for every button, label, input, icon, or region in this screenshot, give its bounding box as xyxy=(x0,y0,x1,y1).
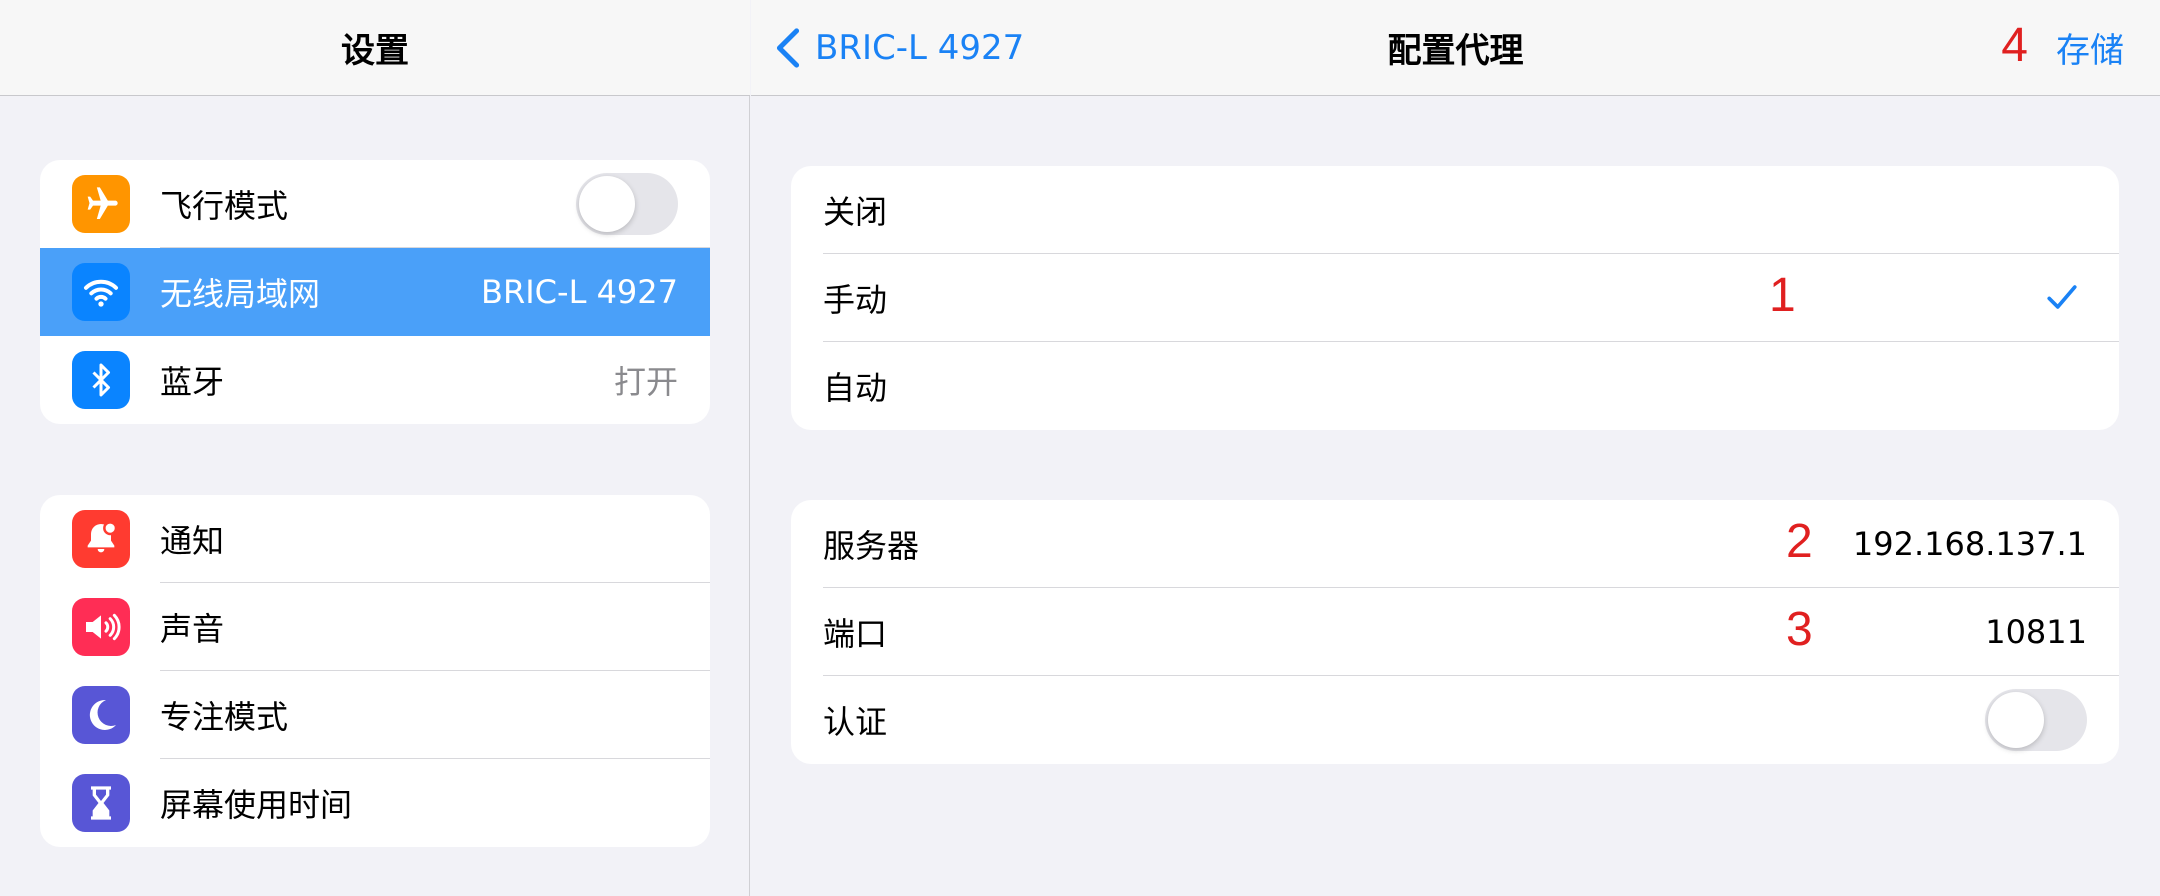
bluetooth-icon xyxy=(72,351,130,409)
sidebar-item-label: 声音 xyxy=(160,610,225,648)
port-label: 端口 xyxy=(823,615,888,653)
proxy-mode-auto[interactable]: 自动 xyxy=(791,342,2119,430)
sidebar-title: 设置 xyxy=(341,31,409,71)
notification-bell-icon xyxy=(72,510,130,568)
option-label: 自动 xyxy=(823,369,888,407)
server-input[interactable]: 192.168.137.1 xyxy=(1853,525,2087,563)
annotation-1: 1 xyxy=(1769,269,1796,322)
port-input[interactable]: 10811 xyxy=(1985,613,2087,651)
page-title: 配置代理 xyxy=(1387,31,1524,71)
auth-toggle[interactable] xyxy=(1985,689,2087,751)
connectivity-group: 飞行模式 无线局域网 BRIC-L 4927 蓝牙 打开 xyxy=(40,160,710,424)
annotation-2: 2 xyxy=(1786,515,1813,568)
option-label: 关闭 xyxy=(823,193,888,231)
annotation-3: 3 xyxy=(1786,603,1813,656)
auth-row: 认证 xyxy=(791,676,2119,764)
speaker-icon xyxy=(72,598,130,656)
airplane-icon xyxy=(72,175,130,233)
sidebar-item-label: 通知 xyxy=(160,522,225,560)
save-button[interactable]: 存储 xyxy=(2056,23,2124,72)
sidebar-item-wlan[interactable]: 无线局域网 BRIC-L 4927 xyxy=(40,248,710,336)
server-label: 服务器 xyxy=(823,527,920,565)
proxy-mode-off[interactable]: 关闭 xyxy=(791,166,2119,254)
moon-icon xyxy=(72,686,130,744)
sidebar-item-label: 专注模式 xyxy=(160,698,289,736)
airplane-mode-toggle[interactable] xyxy=(576,173,678,235)
detail-nav-bar: BRIC-L 4927 配置代理 4 存储 xyxy=(751,0,2160,96)
sidebar-item-airplane-mode[interactable]: 飞行模式 xyxy=(40,160,710,248)
sidebar-item-label: 屏幕使用时间 xyxy=(160,786,353,824)
annotation-4: 4 xyxy=(2001,19,2028,72)
auth-label: 认证 xyxy=(823,703,888,741)
proxy-mode-manual[interactable]: 手动 1 xyxy=(791,254,2119,342)
wifi-icon xyxy=(72,263,130,321)
sidebar-item-notifications[interactable]: 通知 xyxy=(40,495,710,583)
hourglass-icon xyxy=(72,774,130,832)
notifications-group: 通知 声音 专注模式 屏幕使用时间 xyxy=(40,495,710,847)
sidebar-item-focus[interactable]: 专注模式 xyxy=(40,671,710,759)
bluetooth-status: 打开 xyxy=(613,363,678,401)
settings-sidebar: 设置 飞行模式 无线局域网 BRIC-L 4927 蓝牙 打开 通知 声音 专注… xyxy=(0,0,750,896)
sidebar-item-label: 蓝牙 xyxy=(160,363,225,401)
checkmark-icon xyxy=(2047,285,2077,309)
option-label: 手动 xyxy=(823,281,888,319)
wlan-network-name: BRIC-L 4927 xyxy=(481,273,678,311)
sidebar-item-label: 飞行模式 xyxy=(160,187,289,225)
proxy-config-panel: BRIC-L 4927 配置代理 4 存储 关闭 手动 1 自动 服务器 2 1… xyxy=(751,0,2160,896)
server-row[interactable]: 服务器 2 192.168.137.1 xyxy=(791,500,2119,588)
sidebar-item-bluetooth[interactable]: 蓝牙 打开 xyxy=(40,336,710,424)
proxy-mode-group: 关闭 手动 1 自动 xyxy=(791,166,2119,430)
sidebar-nav-bar: 设置 xyxy=(0,0,750,96)
sidebar-item-label: 无线局域网 xyxy=(160,275,321,313)
port-row[interactable]: 端口 3 10811 xyxy=(791,588,2119,676)
sidebar-item-screen-time[interactable]: 屏幕使用时间 xyxy=(40,759,710,847)
sidebar-item-sounds[interactable]: 声音 xyxy=(40,583,710,671)
proxy-settings-group: 服务器 2 192.168.137.1 端口 3 10811 认证 xyxy=(791,500,2119,764)
